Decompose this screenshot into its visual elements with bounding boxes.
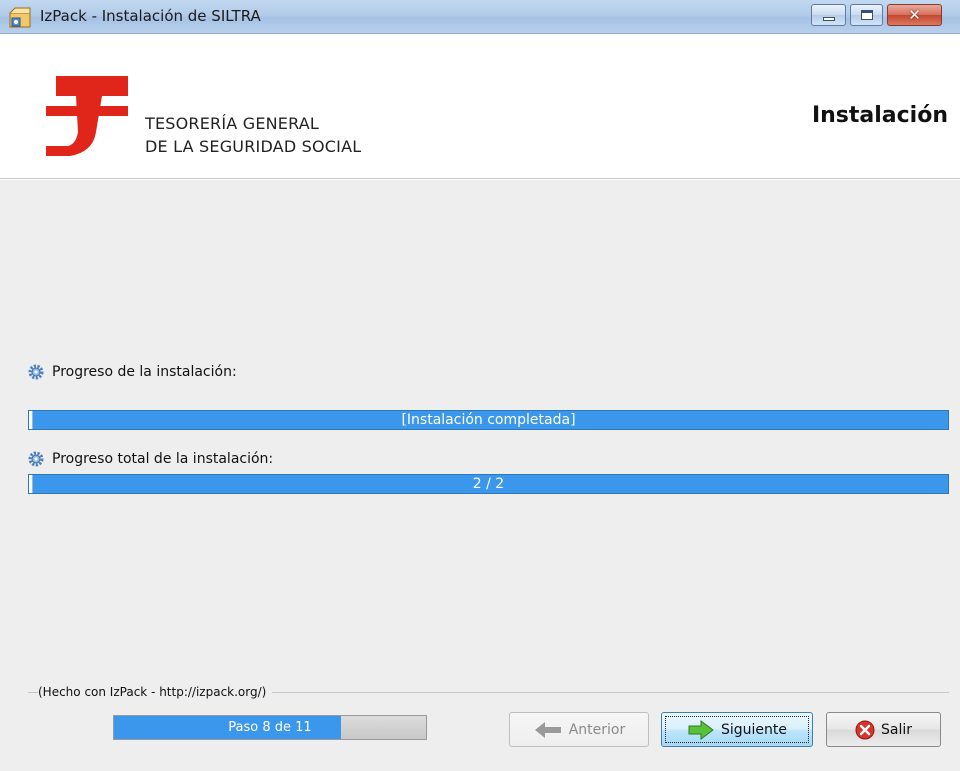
pack-progress-bar: [Instalación completada]: [28, 410, 949, 430]
next-button-label: Siguiente: [720, 721, 787, 738]
installer-header: TESORERÍA GENERAL DE LA SEGURIDAD SOCIAL…: [0, 34, 960, 179]
gear-icon: [28, 451, 44, 467]
pack-progress-label: Progreso de la instalación:: [52, 364, 237, 380]
organization-name-line1: TESORERÍA GENERAL: [145, 114, 320, 133]
previous-button-label: Anterior: [568, 721, 626, 738]
total-progress-label: Progreso total de la instalación:: [52, 451, 274, 467]
pack-progress-text: [Instalación completada]: [401, 412, 576, 428]
page-title: Instalación: [811, 103, 948, 128]
total-progress-bar: 2 / 2: [28, 474, 949, 494]
close-icon: ✕: [908, 6, 921, 24]
made-with-izpack-label: (Hecho con IzPack - http://izpack.org/): [38, 685, 273, 699]
step-progress-text: Paso 8 de 11: [228, 720, 312, 735]
arrow-right-icon: [688, 719, 714, 740]
step-progress-bar: Paso 8 de 11: [113, 715, 427, 740]
maximize-icon: [860, 10, 873, 20]
next-button[interactable]: Siguiente: [661, 712, 813, 747]
gear-icon: [28, 364, 44, 380]
total-progress-label-row: Progreso total de la instalación:: [28, 451, 273, 467]
close-circle-icon: [855, 720, 875, 739]
arrow-left-icon: [534, 721, 561, 738]
pack-progress-label-row: Progreso de la instalación:: [28, 364, 237, 380]
maximize-button[interactable]: [850, 4, 883, 26]
minimize-icon: [822, 17, 835, 21]
total-progress-text: 2 / 2: [472, 476, 505, 492]
installer-main-panel: Progreso de la instalación: [Instalación…: [0, 180, 960, 771]
tgss-logo-icon: [46, 76, 128, 156]
minimize-button[interactable]: [811, 4, 846, 26]
window-title: IzPack - Instalación de SILTRA: [40, 7, 261, 25]
title-bar: IzPack - Instalación de SILTRA ✕: [0, 0, 960, 34]
close-button[interactable]: ✕: [887, 4, 942, 26]
installer-app-icon: [9, 7, 31, 28]
organization-name-line2: DE LA SEGURIDAD SOCIAL: [145, 137, 362, 156]
exit-button-label: Salir: [880, 721, 912, 738]
previous-button[interactable]: Anterior: [509, 712, 649, 747]
exit-button[interactable]: Salir: [826, 712, 941, 747]
